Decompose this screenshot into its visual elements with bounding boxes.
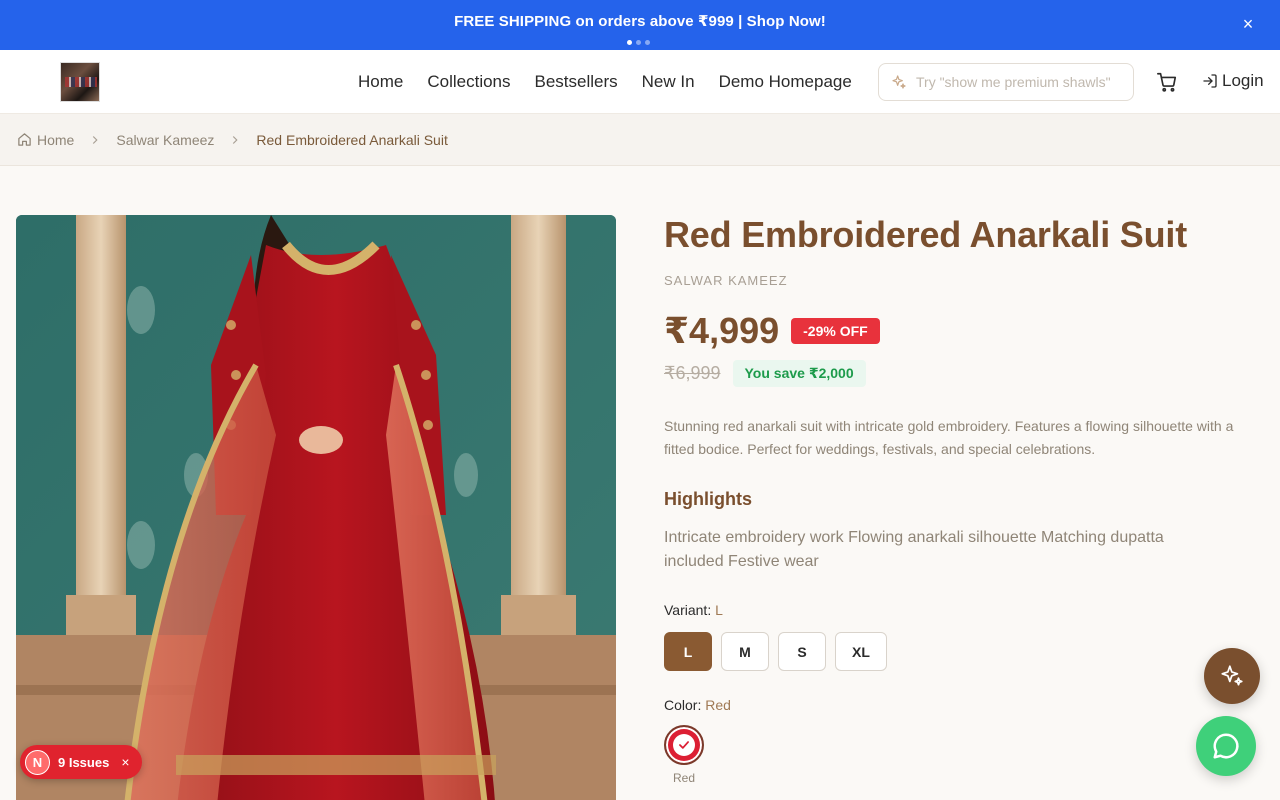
home-icon — [18, 133, 31, 146]
sparkle-icon — [891, 74, 907, 90]
issues-badge: N — [25, 749, 50, 775]
chat-button[interactable] — [1196, 716, 1256, 776]
carousel-dots — [627, 40, 650, 45]
current-price: ₹4,999 — [664, 310, 780, 351]
cart-icon[interactable] — [1156, 71, 1178, 93]
product-info: Red Embroidered Anarkali Suit SALWAR KAM… — [664, 215, 1264, 785]
nav-demo-homepage[interactable]: Demo Homepage — [719, 72, 852, 92]
breadcrumb-current: Red Embroidered Anarkali Suit — [256, 131, 448, 148]
carousel-dot[interactable] — [636, 40, 641, 45]
price-row: ₹4,999 -29% OFF — [664, 310, 1264, 352]
nav-new-in[interactable]: New In — [642, 72, 695, 92]
color-selected: Red — [705, 697, 731, 713]
discount-badge: -29% OFF — [791, 318, 880, 344]
issues-indicator[interactable]: N 9 Issues × — [20, 745, 142, 779]
highlights-text: Intricate embroidery work Flowing anarka… — [664, 529, 1164, 570]
breadcrumb-category[interactable]: Salwar Kameez — [116, 132, 214, 148]
store-logo[interactable] — [60, 62, 100, 102]
sparkle-icon — [1221, 665, 1243, 686]
product-description: Stunning red anarkali suit with intricat… — [664, 418, 1234, 457]
check-icon — [673, 734, 695, 756]
variant-label: Variant: L — [664, 602, 723, 618]
product-title: Red Embroidered Anarkali Suit — [664, 214, 1187, 255]
product-image[interactable] — [16, 215, 616, 800]
announcement-text[interactable]: FREE SHIPPING on orders above ₹999 | Sho… — [0, 12, 1280, 30]
color-label: Color: Red — [664, 697, 731, 713]
ai-assistant-button[interactable] — [1204, 648, 1260, 704]
color-option-red: Red — [664, 725, 704, 785]
variant-selected: L — [715, 602, 723, 618]
site-header: Home Collections Bestsellers New In Demo… — [0, 50, 1280, 114]
savings-badge: You save ₹2,000 — [732, 360, 866, 387]
original-price: ₹6,999 — [664, 363, 721, 383]
size-option-m[interactable]: M — [721, 632, 769, 671]
breadcrumb: Home Salwar Kameez Red Embroidered Anark… — [0, 114, 1280, 166]
login-icon — [1203, 74, 1217, 88]
color-swatch[interactable] — [664, 725, 704, 765]
issues-label: 9 Issues — [58, 754, 110, 770]
search-box[interactable] — [878, 63, 1134, 101]
size-options: L M S XL — [664, 632, 1264, 671]
old-price-row: ₹6,999 You save ₹2,000 — [664, 360, 1264, 387]
size-option-l[interactable]: L — [664, 632, 712, 671]
login-label: Login — [1222, 71, 1264, 90]
swatch-label: Red — [672, 771, 695, 785]
announcement-bar: FREE SHIPPING on orders above ₹999 | Sho… — [0, 0, 1280, 50]
highlights-heading: Highlights — [664, 489, 752, 509]
chat-icon — [1213, 733, 1239, 759]
carousel-dot[interactable] — [627, 40, 632, 45]
breadcrumb-home[interactable]: Home — [17, 132, 74, 148]
search-input[interactable] — [916, 74, 1126, 90]
nav-collections[interactable]: Collections — [427, 72, 510, 92]
close-icon[interactable]: × — [1236, 12, 1260, 36]
carousel-dot[interactable] — [645, 40, 650, 45]
main-nav: Home Collections Bestsellers New In Demo… — [358, 50, 852, 114]
product-category: SALWAR KAMEEZ — [664, 273, 788, 288]
chevron-right-icon — [228, 133, 242, 147]
size-option-s[interactable]: S — [778, 632, 826, 671]
size-option-xl[interactable]: XL — [835, 632, 887, 671]
close-icon[interactable]: × — [121, 754, 129, 770]
nav-bestsellers[interactable]: Bestsellers — [535, 72, 618, 92]
login-button[interactable]: Login — [1202, 71, 1264, 91]
nav-home[interactable]: Home — [358, 72, 403, 92]
chevron-right-icon — [88, 133, 102, 147]
